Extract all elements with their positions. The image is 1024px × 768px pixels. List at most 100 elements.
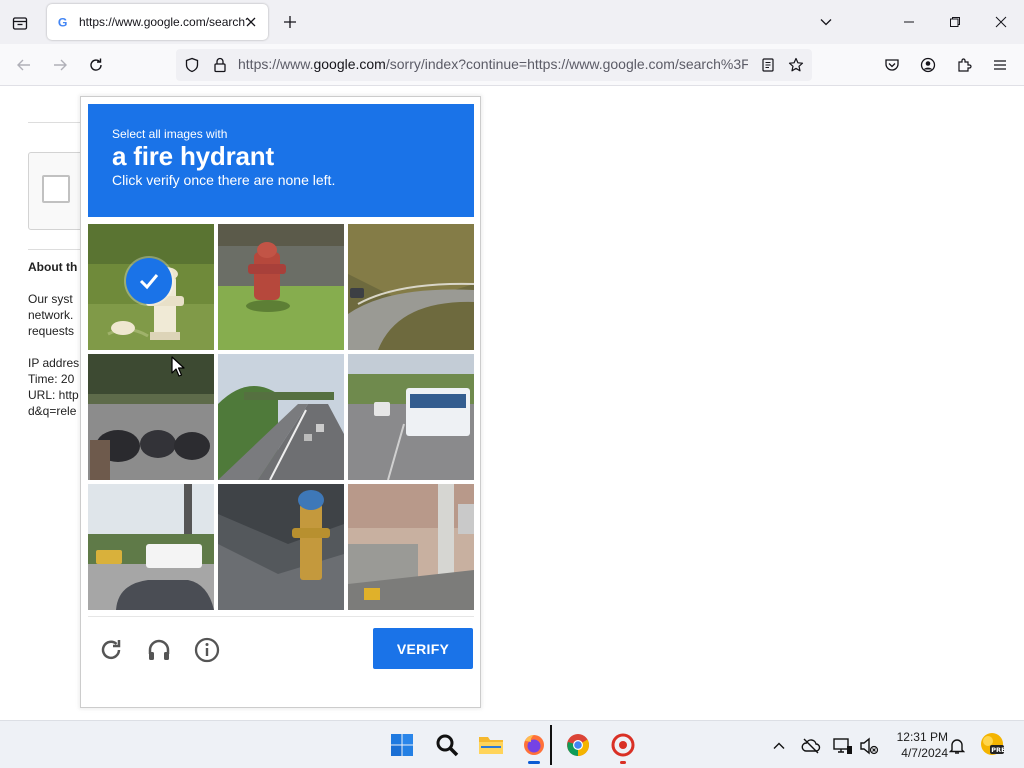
account-icon [920,57,936,73]
highway-image [218,354,344,480]
header-target: a fire hydrant [112,141,274,171]
pocket-icon [885,59,899,71]
building-image [348,484,474,610]
windows-start-icon [391,734,413,756]
chrome-taskbar-button[interactable] [562,729,594,761]
chevron-down-icon [820,19,832,26]
motorcycles-image [88,354,214,480]
cloud-off-icon [801,738,821,754]
nav-bar: https://www.google.com/sorry/index?conti… [0,44,1024,86]
google-favicon-icon: G [58,15,68,29]
new-tab-button[interactable] [278,10,302,34]
restore-button[interactable] [941,8,969,36]
close-window-button[interactable] [987,8,1015,36]
mouse-cursor-icon [171,356,185,377]
about-line-3: requests [28,324,75,338]
about-heading: About th [28,260,78,274]
time-line: Time: 20 [28,372,75,386]
footer-divider [88,616,474,617]
help-button[interactable] [191,634,223,666]
url-line-2: d&q=rele [28,404,77,418]
verify-button[interactable]: VERIFY [373,628,473,669]
tabs-list-icon [12,17,28,30]
ip-address: IP addres [28,356,80,370]
minimize-icon [904,21,914,23]
bookmark-star-icon[interactable] [788,57,804,73]
tab-strip: G https://www.google.com/search?q=releas… [0,0,1024,44]
reload-icon [90,58,102,71]
close-icon [995,16,1007,28]
header-subtext: Click verify once there are none left. [112,172,336,188]
reader-view-icon[interactable] [760,57,776,73]
svg-text:PRE: PRE [991,746,1004,754]
copilot-button[interactable]: PRE [980,732,1004,756]
image-tile-8[interactable] [218,484,344,610]
url-line: URL: http [28,388,79,402]
search-button[interactable] [431,729,463,761]
forward-button[interactable] [46,51,74,79]
firefox-icon [524,735,544,755]
tab-google[interactable]: G https://www.google.com/search?q=releas… [47,4,268,40]
reload-challenge-button[interactable] [95,634,127,666]
folder-icon [479,737,503,754]
image-grid [88,224,474,610]
search-icon [436,734,459,757]
image-tile-2[interactable] [218,224,344,350]
image-tile-1[interactable] [88,224,214,350]
image-tile-4[interactable] [88,354,214,480]
image-tile-9[interactable] [348,484,474,610]
network-button[interactable] [832,735,854,757]
url-text[interactable]: https://www.google.com/sorry/index?conti… [238,56,748,72]
app-icon [611,733,635,757]
minimize-button[interactable] [895,8,923,36]
image-tile-5[interactable] [218,354,344,480]
about-line-2: network. [28,308,74,322]
image-tile-7[interactable] [88,484,214,610]
onedrive-button[interactable] [800,735,822,757]
image-tile-3[interactable] [348,224,474,350]
refresh-icon [101,640,121,660]
list-all-tabs-button[interactable] [812,8,840,36]
firefox-taskbar-button[interactable] [518,729,550,764]
show-hidden-icons-button[interactable] [768,735,790,757]
audio-challenge-button[interactable] [143,634,175,666]
recaptcha-checkbox-box [28,152,88,230]
pocket-button[interactable] [878,51,906,79]
back-arrow-icon [17,59,30,71]
parking-lot-image [88,484,214,610]
reload-button[interactable] [82,51,110,79]
address-bar[interactable]: https://www.google.com/sorry/index?conti… [176,49,812,81]
svg-text:G: G [58,15,68,29]
running-indicator [620,761,626,764]
url-domain: google.com [313,56,386,72]
url-path: /sorry/index?continue=https://www.google… [385,56,748,72]
lock-icon[interactable] [212,57,228,73]
captcha-challenge: Select all images with a fire hydrant Cl… [80,96,481,708]
start-button[interactable] [386,729,418,761]
notifications-button[interactable] [946,735,968,757]
info-icon [194,637,220,663]
monitor-network-icon [833,738,852,754]
system-clock[interactable]: 12:31 PM 4/7/2024 [884,729,948,761]
firefox-view-button[interactable] [6,9,34,37]
image-tile-6[interactable] [348,354,474,480]
active-indicator [528,761,540,764]
account-button[interactable] [914,51,942,79]
app-taskbar-button[interactable] [607,729,639,764]
extensions-button[interactable] [950,51,978,79]
forward-arrow-icon [54,59,67,71]
file-explorer-button[interactable] [475,729,507,761]
page-content: About th Our syst network. requests IP a… [0,86,1024,720]
back-button[interactable] [10,51,38,79]
chevron-up-icon [773,742,785,749]
about-line-1: Our syst [28,292,73,306]
selected-check-icon [126,258,172,304]
recaptcha-checkbox[interactable] [42,175,70,203]
tab-close-icon[interactable] [242,13,260,31]
volume-button[interactable] [858,735,880,757]
shield-icon[interactable] [184,57,200,73]
menu-button[interactable] [986,51,1014,79]
taskbar: 12:31 PM 4/7/2024 PRE [0,720,1024,768]
cursor-caret [550,725,552,765]
clock-time: 12:31 PM [896,730,948,744]
